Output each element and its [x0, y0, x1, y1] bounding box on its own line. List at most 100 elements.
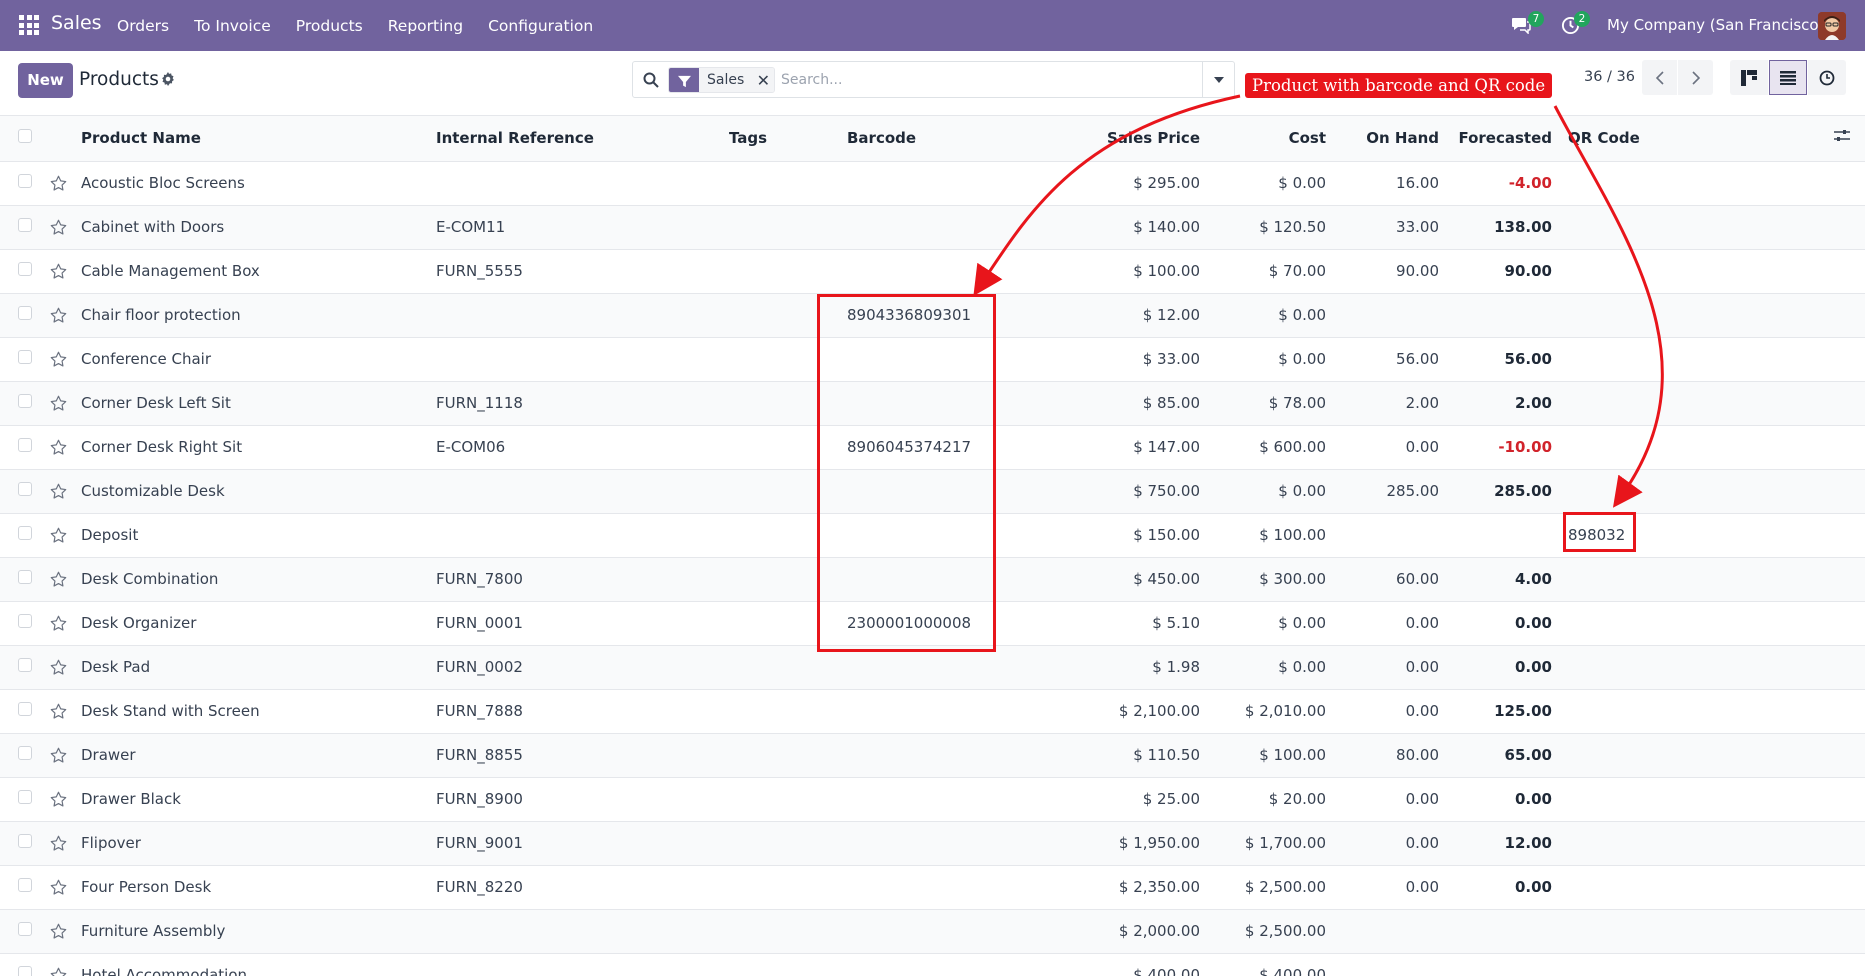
row-checkbox[interactable]: [18, 350, 32, 364]
product-name[interactable]: Conference Chair: [76, 337, 431, 382]
search-icon[interactable]: [643, 72, 659, 88]
favorite-cell[interactable]: [44, 909, 76, 954]
favorite-cell[interactable]: [44, 645, 76, 690]
row-checkbox[interactable]: [18, 614, 32, 628]
company-switcher[interactable]: My Company (San Francisco): [1607, 16, 1824, 34]
favorite-cell[interactable]: [44, 293, 76, 338]
star-icon[interactable]: [50, 923, 67, 940]
star-icon[interactable]: [50, 703, 67, 720]
product-name[interactable]: Deposit: [76, 513, 431, 558]
product-name[interactable]: Desk Organizer: [76, 601, 431, 646]
select-all-checkbox[interactable]: [18, 129, 32, 144]
avatar[interactable]: [1818, 12, 1846, 40]
row-select-cell[interactable]: [0, 865, 44, 910]
favorite-cell[interactable]: [44, 689, 76, 734]
star-icon[interactable]: [50, 483, 67, 500]
product-name[interactable]: Acoustic Bloc Screens: [76, 161, 431, 206]
row-checkbox[interactable]: [18, 790, 32, 804]
row-select-cell[interactable]: [0, 337, 44, 382]
row-select-cell[interactable]: [0, 557, 44, 602]
row-checkbox[interactable]: [18, 922, 32, 936]
star-icon[interactable]: [50, 571, 67, 588]
favorite-cell[interactable]: [44, 513, 76, 558]
row-select-cell[interactable]: [0, 953, 44, 976]
star-icon[interactable]: [50, 791, 67, 808]
search-options-toggle[interactable]: [1202, 62, 1234, 97]
favorite-cell[interactable]: [44, 953, 76, 976]
star-icon[interactable]: [50, 351, 67, 368]
favorite-cell[interactable]: [44, 205, 76, 250]
product-name[interactable]: Hotel Accommodation: [76, 953, 431, 976]
product-name[interactable]: Customizable Desk: [76, 469, 431, 514]
star-icon[interactable]: [50, 747, 67, 764]
favorite-cell[interactable]: [44, 601, 76, 646]
product-name[interactable]: Desk Pad: [76, 645, 431, 690]
row-checkbox[interactable]: [18, 702, 32, 716]
favorite-cell[interactable]: [44, 381, 76, 426]
row-select-cell[interactable]: [0, 293, 44, 338]
favorite-cell[interactable]: [44, 337, 76, 382]
row-select-cell[interactable]: [0, 249, 44, 294]
product-name[interactable]: Four Person Desk: [76, 865, 431, 910]
row-select-cell[interactable]: [0, 161, 44, 206]
kanban-view-button[interactable]: [1730, 60, 1768, 95]
row-checkbox[interactable]: [18, 306, 32, 320]
menu-to-invoice[interactable]: To Invoice: [194, 17, 271, 35]
pager-next-button[interactable]: [1678, 60, 1713, 95]
star-icon[interactable]: [50, 967, 67, 976]
gear-icon[interactable]: [161, 72, 175, 86]
star-icon[interactable]: [50, 395, 67, 412]
table-row[interactable]: Drawer FURN_8855 $ 110.50 $ 100.00 80.00 65.0…: [0, 733, 1865, 778]
row-checkbox[interactable]: [18, 966, 32, 976]
row-checkbox[interactable]: [18, 482, 32, 496]
favorite-cell[interactable]: [44, 249, 76, 294]
column-header[interactable]: Barcode: [830, 116, 1070, 162]
product-name[interactable]: Corner Desk Left Sit: [76, 381, 431, 426]
row-select-cell[interactable]: [0, 469, 44, 514]
row-checkbox[interactable]: [18, 218, 32, 232]
apps-grid-icon[interactable]: [19, 15, 39, 35]
optional-columns-toggle[interactable]: [1828, 116, 1865, 162]
table-row[interactable]: Cable Management Box FURN_5555 $ 100.00 $ 7…: [0, 249, 1865, 294]
star-icon[interactable]: [50, 659, 67, 676]
table-row[interactable]: Drawer Black FURN_8900 $ 25.00 $ 20.00 0.00 0…: [0, 777, 1865, 822]
pager-value[interactable]: 36 / 36: [1584, 69, 1635, 85]
row-select-cell[interactable]: [0, 777, 44, 822]
row-select-cell[interactable]: [0, 909, 44, 954]
row-select-cell[interactable]: [0, 381, 44, 426]
row-checkbox[interactable]: [18, 174, 32, 188]
table-row[interactable]: Cabinet with Doors E-COM11 $ 140.00 $ 120.5…: [0, 205, 1865, 250]
favorite-cell[interactable]: [44, 469, 76, 514]
product-name[interactable]: Desk Stand with Screen: [76, 689, 431, 734]
product-name[interactable]: Chair floor protection: [76, 293, 431, 338]
row-checkbox[interactable]: [18, 394, 32, 408]
row-checkbox[interactable]: [18, 570, 32, 584]
search-input[interactable]: [781, 68, 1081, 92]
star-icon[interactable]: [50, 219, 67, 236]
table-row[interactable]: Four Person Desk FURN_8220 $ 2,350.00 $ 2,5…: [0, 865, 1865, 910]
column-header[interactable]: On Hand: [1332, 116, 1445, 162]
star-icon[interactable]: [50, 835, 67, 852]
row-checkbox[interactable]: [18, 834, 32, 848]
product-name[interactable]: Cable Management Box: [76, 249, 431, 294]
star-icon[interactable]: [50, 615, 67, 632]
product-name[interactable]: Furniture Assembly: [76, 909, 431, 954]
row-select-cell[interactable]: [0, 425, 44, 470]
row-select-cell[interactable]: [0, 821, 44, 866]
product-name[interactable]: Drawer: [76, 733, 431, 778]
table-row[interactable]: Furniture Assembly $ 2,000.00 $ 2,500.00: [0, 909, 1865, 954]
row-select-cell[interactable]: [0, 645, 44, 690]
star-icon[interactable]: [50, 527, 67, 544]
column-header[interactable]: Tags: [723, 116, 830, 162]
row-checkbox[interactable]: [18, 262, 32, 276]
favorite-cell[interactable]: [44, 425, 76, 470]
table-row[interactable]: Flipover FURN_9001 $ 1,950.00 $ 1,700.00 0.0…: [0, 821, 1865, 866]
menu-configuration[interactable]: Configuration: [488, 17, 593, 35]
select-all-cell[interactable]: [0, 116, 44, 162]
row-checkbox[interactable]: [18, 658, 32, 672]
table-row[interactable]: Desk Stand with Screen FURN_7888 $ 2,100.0…: [0, 689, 1865, 734]
menu-reporting[interactable]: Reporting: [388, 17, 463, 35]
column-header[interactable]: Product Name: [76, 116, 431, 162]
menu-orders[interactable]: Orders: [117, 17, 169, 35]
product-name[interactable]: Corner Desk Right Sit: [76, 425, 431, 470]
